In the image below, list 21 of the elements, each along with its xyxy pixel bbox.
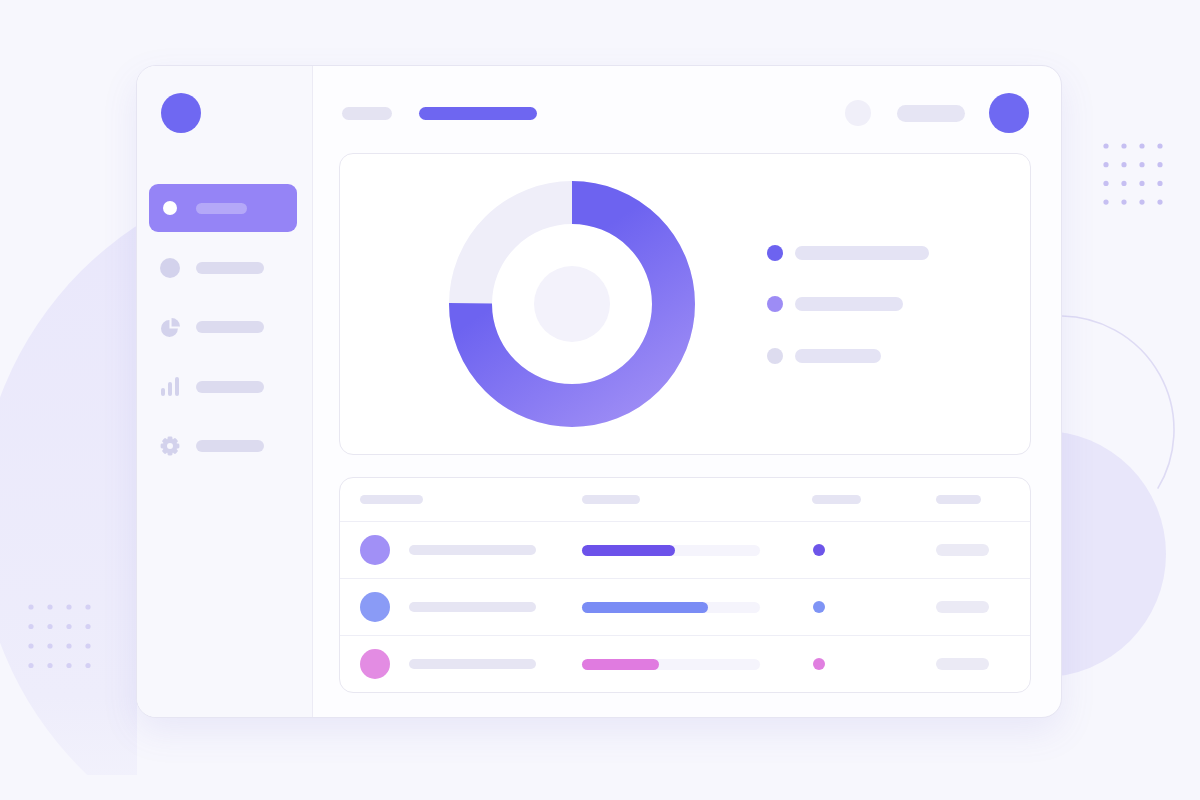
tab[interactable] <box>419 106 537 120</box>
text-placeholder <box>812 495 861 504</box>
dot-grid <box>28 604 91 669</box>
circle-icon <box>160 257 180 278</box>
text-placeholder <box>196 380 264 393</box>
circle-icon <box>163 201 177 215</box>
text-placeholder <box>196 202 247 214</box>
text-placeholder <box>936 495 981 504</box>
text-placeholder <box>897 104 965 122</box>
logo-icon <box>161 93 201 133</box>
text-placeholder <box>360 495 423 504</box>
text-placeholder <box>196 440 264 452</box>
text-placeholder <box>196 261 264 274</box>
dot-grid <box>1103 143 1163 206</box>
pie-chart-icon <box>160 317 180 337</box>
text-placeholder <box>196 321 264 333</box>
settings-icon <box>160 436 180 456</box>
nav-item[interactable] <box>149 184 297 232</box>
bar-chart-icon <box>161 377 179 396</box>
text-placeholder <box>582 495 640 504</box>
avatar-icon[interactable] <box>989 93 1029 133</box>
